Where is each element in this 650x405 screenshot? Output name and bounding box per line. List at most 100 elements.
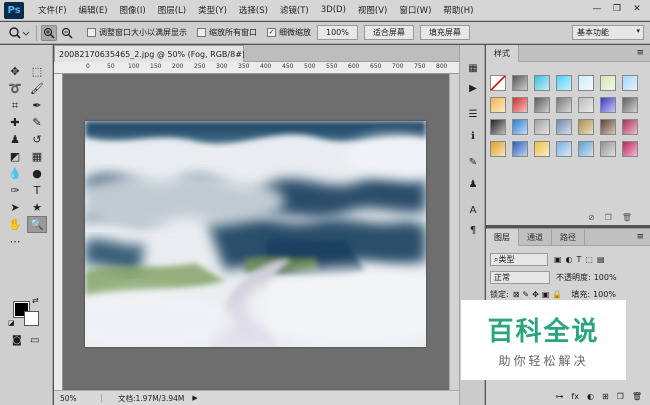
panel-menu-icon[interactable]: ≡ — [636, 48, 644, 58]
adjustment-layer-icon[interactable]: ◐ — [587, 392, 594, 401]
more-tools-icon[interactable]: ⋯ — [5, 233, 25, 250]
brush-tool-icon[interactable]: ✎ — [27, 114, 47, 131]
menu-view[interactable]: 视图(V) — [352, 4, 393, 16]
default-colors-icon[interactable]: ◪ — [8, 319, 15, 327]
lasso-tool-icon[interactable]: ➰ — [5, 80, 25, 97]
style-swatch[interactable] — [534, 97, 550, 113]
style-swatch[interactable] — [578, 141, 594, 157]
hand-tool-icon[interactable]: ✋ — [5, 216, 25, 233]
layer-style-icon[interactable]: fx — [571, 392, 579, 401]
document-tab[interactable]: 20082170635465_2.jpg @ 50% (Fog, RGB/8#)… — [54, 45, 264, 62]
blur-tool-icon[interactable]: 💧 — [5, 165, 25, 182]
zoom-tool-icon[interactable]: 🔍 — [27, 216, 47, 233]
eyedropper-tool-icon[interactable]: ✒ — [27, 97, 47, 114]
menu-3d[interactable]: 3D(D) — [315, 5, 352, 15]
fit-screen-button[interactable]: 适合屏幕 — [363, 25, 414, 40]
zoom-100-button[interactable]: 100% — [317, 25, 358, 40]
restore-button[interactable]: ❐ — [608, 2, 626, 16]
close-button[interactable]: ✕ — [628, 2, 646, 16]
dodge-tool-icon[interactable]: ● — [27, 165, 47, 182]
fill-value[interactable]: 100% — [593, 290, 616, 299]
style-swatch[interactable] — [490, 75, 506, 91]
quick-mask-icon[interactable]: ◙ — [12, 335, 22, 346]
style-swatch[interactable] — [622, 141, 638, 157]
menu-select[interactable]: 选择(S) — [233, 4, 274, 16]
pen-tool-icon[interactable]: ✑ — [5, 182, 25, 199]
lock-icons[interactable]: ⊠✎✥▣🔒 — [513, 290, 566, 299]
opacity-value[interactable]: 100% — [594, 273, 617, 282]
menu-image[interactable]: 图像(I) — [114, 4, 152, 16]
delete-layer-icon[interactable]: 🗑 — [632, 392, 642, 401]
style-swatch[interactable] — [490, 97, 506, 113]
style-swatch[interactable] — [600, 141, 616, 157]
style-swatch[interactable] — [622, 75, 638, 91]
tab-layers[interactable]: 图层 — [486, 228, 519, 246]
fill-screen-button[interactable]: 填充屏幕 — [419, 25, 470, 40]
layer-kind-select[interactable]: ⌕ 类型 — [490, 253, 548, 266]
healing-brush-tool-icon[interactable]: ✚ — [5, 114, 25, 131]
style-swatch[interactable] — [556, 119, 572, 135]
panel-menu-icon[interactable]: ≡ — [636, 232, 644, 242]
style-swatch[interactable] — [622, 119, 638, 135]
style-swatch[interactable] — [512, 75, 528, 91]
style-swatch[interactable] — [490, 119, 506, 135]
style-swatch[interactable] — [512, 141, 528, 157]
style-swatch[interactable] — [512, 119, 528, 135]
tab-styles[interactable]: 样式 — [486, 44, 519, 62]
style-swatch[interactable] — [600, 75, 616, 91]
eraser-tool-icon[interactable]: ◩ — [5, 148, 25, 165]
clone-source-panel-icon[interactable]: ♟ — [465, 177, 481, 191]
style-swatch[interactable] — [622, 97, 638, 113]
menu-edit[interactable]: 编辑(E) — [73, 4, 114, 16]
link-layers-icon[interactable]: ⊶ — [555, 392, 563, 401]
minimize-button[interactable]: — — [588, 2, 606, 16]
canvas-area[interactable] — [63, 74, 449, 390]
style-swatch[interactable] — [534, 75, 550, 91]
style-swatch[interactable] — [512, 97, 528, 113]
style-swatch[interactable] — [534, 141, 550, 157]
clone-stamp-tool-icon[interactable]: ♟ — [5, 131, 25, 148]
status-menu-arrow-icon[interactable]: ▶ — [192, 394, 197, 402]
style-swatch[interactable] — [490, 141, 506, 157]
style-swatch[interactable] — [600, 119, 616, 135]
clear-style-icon[interactable]: ⊘ — [588, 213, 595, 222]
zoom-all-windows-checkbox[interactable]: 缩放所有窗口 — [197, 27, 257, 38]
shape-tool-icon[interactable]: ★ — [27, 199, 47, 216]
move-tool-icon[interactable]: ✥ — [5, 63, 25, 80]
style-swatch[interactable] — [578, 119, 594, 135]
gradient-tool-icon[interactable]: ▦ — [27, 148, 47, 165]
zoom-out-mode-button[interactable] — [59, 25, 75, 41]
new-layer-icon[interactable]: ❐ — [617, 392, 624, 401]
layer-filter-icons[interactable]: ▣◐T⬚▤ — [554, 255, 609, 264]
zoom-tool-preset-picker[interactable] — [6, 24, 32, 42]
new-group-icon[interactable]: ⊞ — [602, 392, 609, 401]
tab-paths[interactable]: 路径 — [552, 228, 585, 246]
zoom-in-mode-button[interactable] — [41, 24, 57, 41]
marquee-tool-icon[interactable]: ⬚ — [27, 63, 47, 80]
workspace-select[interactable]: 基本功能 ▾ — [572, 25, 644, 40]
tab-channels[interactable]: 通道 — [519, 228, 552, 246]
menu-help[interactable]: 帮助(H) — [437, 4, 479, 16]
brush-panel-icon[interactable]: ✎ — [465, 155, 481, 169]
resize-windows-checkbox[interactable]: 调整窗口大小以满屏显示 — [87, 27, 187, 38]
blend-mode-select[interactable]: 正常 — [490, 271, 550, 284]
style-swatch[interactable] — [556, 97, 572, 113]
quick-select-tool-icon[interactable]: 🖌 — [27, 80, 47, 97]
background-color-swatch[interactable] — [24, 311, 39, 326]
menu-file[interactable]: 文件(F) — [32, 4, 73, 16]
type-tool-icon[interactable]: T — [27, 182, 47, 199]
info-panel-icon[interactable]: ℹ — [465, 129, 481, 143]
history-panel-icon[interactable]: ▦ — [465, 61, 481, 75]
menu-type[interactable]: 类型(Y) — [192, 4, 233, 16]
menu-filter[interactable]: 滤镜(T) — [274, 4, 315, 16]
delete-style-icon[interactable]: 🗑 — [622, 213, 632, 222]
actions-panel-icon[interactable]: ▶ — [465, 81, 481, 95]
document-image[interactable] — [85, 121, 426, 347]
swap-colors-icon[interactable]: ⇄ — [32, 296, 39, 305]
style-swatch[interactable] — [578, 75, 594, 91]
style-swatch[interactable] — [556, 75, 572, 91]
menu-layer[interactable]: 图层(L) — [152, 4, 192, 16]
new-style-icon[interactable]: ❐ — [605, 213, 612, 222]
style-swatch[interactable] — [578, 97, 594, 113]
status-zoom-level[interactable]: 50% — [54, 393, 102, 403]
